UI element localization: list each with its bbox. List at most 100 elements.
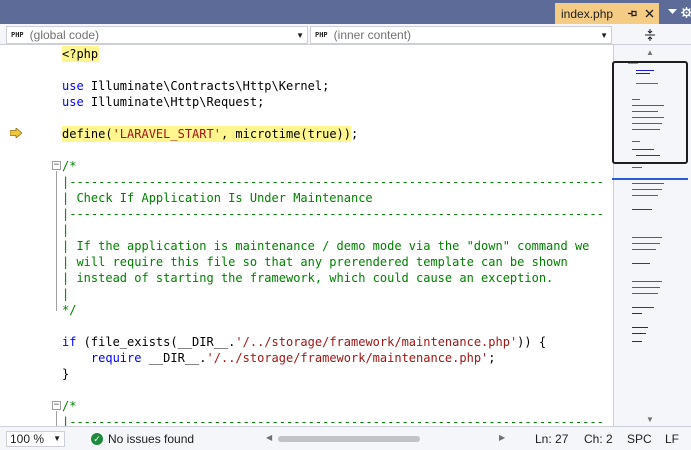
- line-ending-indicator[interactable]: LF: [665, 432, 679, 446]
- code-token: define(: [62, 127, 113, 141]
- code-line[interactable]: <?php: [0, 46, 613, 62]
- scroll-down-icon[interactable]: ▼: [646, 415, 654, 424]
- code-text[interactable]: /*: [62, 158, 76, 174]
- code-token: ;: [488, 351, 496, 365]
- code-line[interactable]: |: [0, 286, 613, 302]
- code-line[interactable]: }: [0, 366, 613, 382]
- code-text[interactable]: |---------------------------------------…: [62, 414, 604, 426]
- code-editor[interactable]: <?php use Illuminate\Contracts\Http\Kerne…: [0, 45, 613, 426]
- code-text[interactable]: <?php: [62, 46, 98, 62]
- scroll-right-icon[interactable]: ▶: [499, 433, 505, 442]
- code-token: |: [62, 287, 70, 301]
- code-line[interactable]: | instead of starting the framework, whi…: [0, 270, 613, 286]
- line-indicator[interactable]: Ln: 27: [535, 432, 568, 446]
- code-token: |: [62, 223, 70, 237]
- code-text[interactable]: use Illuminate\Contracts\Http\Kernel;: [62, 78, 329, 94]
- check-icon[interactable]: ✓: [91, 433, 103, 445]
- split-editor-button[interactable]: [614, 26, 686, 44]
- code-token: Illuminate\Http\Request;: [83, 95, 265, 109]
- code-line[interactable]: require __DIR__.'/../storage/framework/m…: [0, 350, 613, 366]
- code-line[interactable]: |: [0, 222, 613, 238]
- code-text[interactable]: | Check If Application Is Under Maintena…: [62, 190, 373, 206]
- collapse-region-icon[interactable]: −: [52, 401, 61, 410]
- code-text[interactable]: |: [62, 286, 69, 302]
- chevron-down-icon: ▼: [600, 31, 608, 40]
- code-token: <?php: [62, 47, 99, 61]
- code-token: | If the application is maintenance / de…: [62, 239, 590, 253]
- code-text[interactable]: | will require this file so that any pre…: [62, 254, 568, 270]
- code-line[interactable]: /*: [0, 158, 613, 174]
- code-token: | instead of starting the framework, whi…: [62, 271, 554, 285]
- minimap-viewport[interactable]: [612, 61, 688, 164]
- scope-dropdown[interactable]: PHP (global code) ▼: [6, 26, 308, 44]
- code-token: /*: [62, 159, 77, 173]
- zoom-dropdown[interactable]: 100 % ▼: [6, 431, 65, 447]
- gear-icon[interactable]: [678, 4, 691, 20]
- code-token: (file_exists(__DIR__.: [76, 335, 236, 349]
- code-line[interactable]: use Illuminate\Contracts\Http\Kernel;: [0, 78, 613, 94]
- horizontal-scrollbar-thumb[interactable]: [278, 436, 420, 442]
- code-line[interactable]: | Check If Application Is Under Maintena…: [0, 190, 613, 206]
- scroll-up-icon[interactable]: ▲: [646, 48, 654, 57]
- code-line[interactable]: use Illuminate\Http\Request;: [0, 94, 613, 110]
- code-text[interactable]: | instead of starting the framework, whi…: [62, 270, 553, 286]
- minimap-line: [632, 327, 648, 328]
- close-icon[interactable]: [642, 7, 656, 21]
- fold-guide: [56, 171, 57, 311]
- minimap-line: [632, 167, 642, 168]
- scroll-left-icon[interactable]: ◀: [266, 433, 272, 442]
- code-line[interactable]: | If the application is maintenance / de…: [0, 238, 613, 254]
- char-indicator[interactable]: Ch: 2: [584, 432, 613, 446]
- code-token: require: [90, 351, 142, 365]
- code-text[interactable]: require __DIR__.'/../storage/framework/m…: [62, 350, 496, 366]
- issues-status[interactable]: No issues found: [108, 432, 194, 446]
- instruction-pointer-icon: [10, 128, 22, 138]
- code-line[interactable]: if (file_exists(__DIR__.'/../storage/fra…: [0, 334, 613, 350]
- code-line[interactable]: */: [0, 302, 613, 318]
- code-token: |---------------------------------------…: [62, 207, 604, 221]
- code-token: /*: [62, 399, 77, 413]
- code-text[interactable]: /*: [62, 398, 76, 414]
- collapse-region-icon[interactable]: −: [52, 161, 61, 170]
- code-text[interactable]: use Illuminate\Http\Request;: [62, 94, 264, 110]
- spacing-indicator[interactable]: SPC: [627, 432, 652, 446]
- fold-guide: [56, 411, 57, 426]
- code-token: )) {: [517, 335, 547, 349]
- code-line[interactable]: |---------------------------------------…: [0, 206, 613, 222]
- code-text[interactable]: | If the application is maintenance / de…: [62, 238, 589, 254]
- code-text[interactable]: define('LARAVEL_START', microtime(true))…: [62, 126, 358, 142]
- document-tab-filename[interactable]: index.php: [561, 7, 625, 21]
- member-dropdown[interactable]: PHP (inner content) ▼: [310, 26, 612, 44]
- php-badge: PHP: [315, 31, 328, 39]
- code-text[interactable]: |---------------------------------------…: [62, 174, 604, 190]
- split-icon: [645, 29, 655, 41]
- minimap-line: [632, 189, 662, 190]
- navigation-bar: PHP (global code) ▼ PHP (inner content) …: [0, 24, 691, 45]
- code-token: use: [62, 95, 84, 109]
- chevron-down-icon: ▼: [296, 31, 304, 40]
- code-token: | Check If Application Is Under Maintena…: [62, 191, 373, 205]
- document-tab[interactable]: index.php: [555, 3, 659, 24]
- minimap-line: [632, 263, 650, 264]
- code-text[interactable]: }: [62, 366, 69, 382]
- code-line[interactable]: |---------------------------------------…: [0, 414, 613, 426]
- code-token: }: [62, 367, 70, 381]
- code-line[interactable]: |---------------------------------------…: [0, 174, 613, 190]
- minimap-line: [632, 293, 658, 294]
- code-line[interactable]: /*: [0, 398, 613, 414]
- status-bar: 100 % ▼ ✓ No issues found ◀ ▶ Ln: 27 Ch:…: [0, 426, 691, 450]
- code-text[interactable]: |---------------------------------------…: [62, 206, 604, 222]
- code-text[interactable]: |: [62, 222, 69, 238]
- minimap-line: [632, 313, 642, 314]
- pin-icon[interactable]: [625, 7, 639, 21]
- minimap-line: [632, 195, 658, 196]
- code-text[interactable]: */: [62, 302, 76, 318]
- code-text[interactable]: if (file_exists(__DIR__.'/../storage/fra…: [62, 334, 546, 350]
- minimap-caret-line: [612, 178, 688, 180]
- code-line[interactable]: | will require this file so that any pre…: [0, 254, 613, 270]
- minimap-line: [632, 281, 662, 282]
- code-token: Illuminate\Contracts\Http\Kernel;: [83, 79, 330, 93]
- minimap-line: [632, 249, 656, 250]
- code-line[interactable]: define('LARAVEL_START', microtime(true))…: [0, 126, 613, 142]
